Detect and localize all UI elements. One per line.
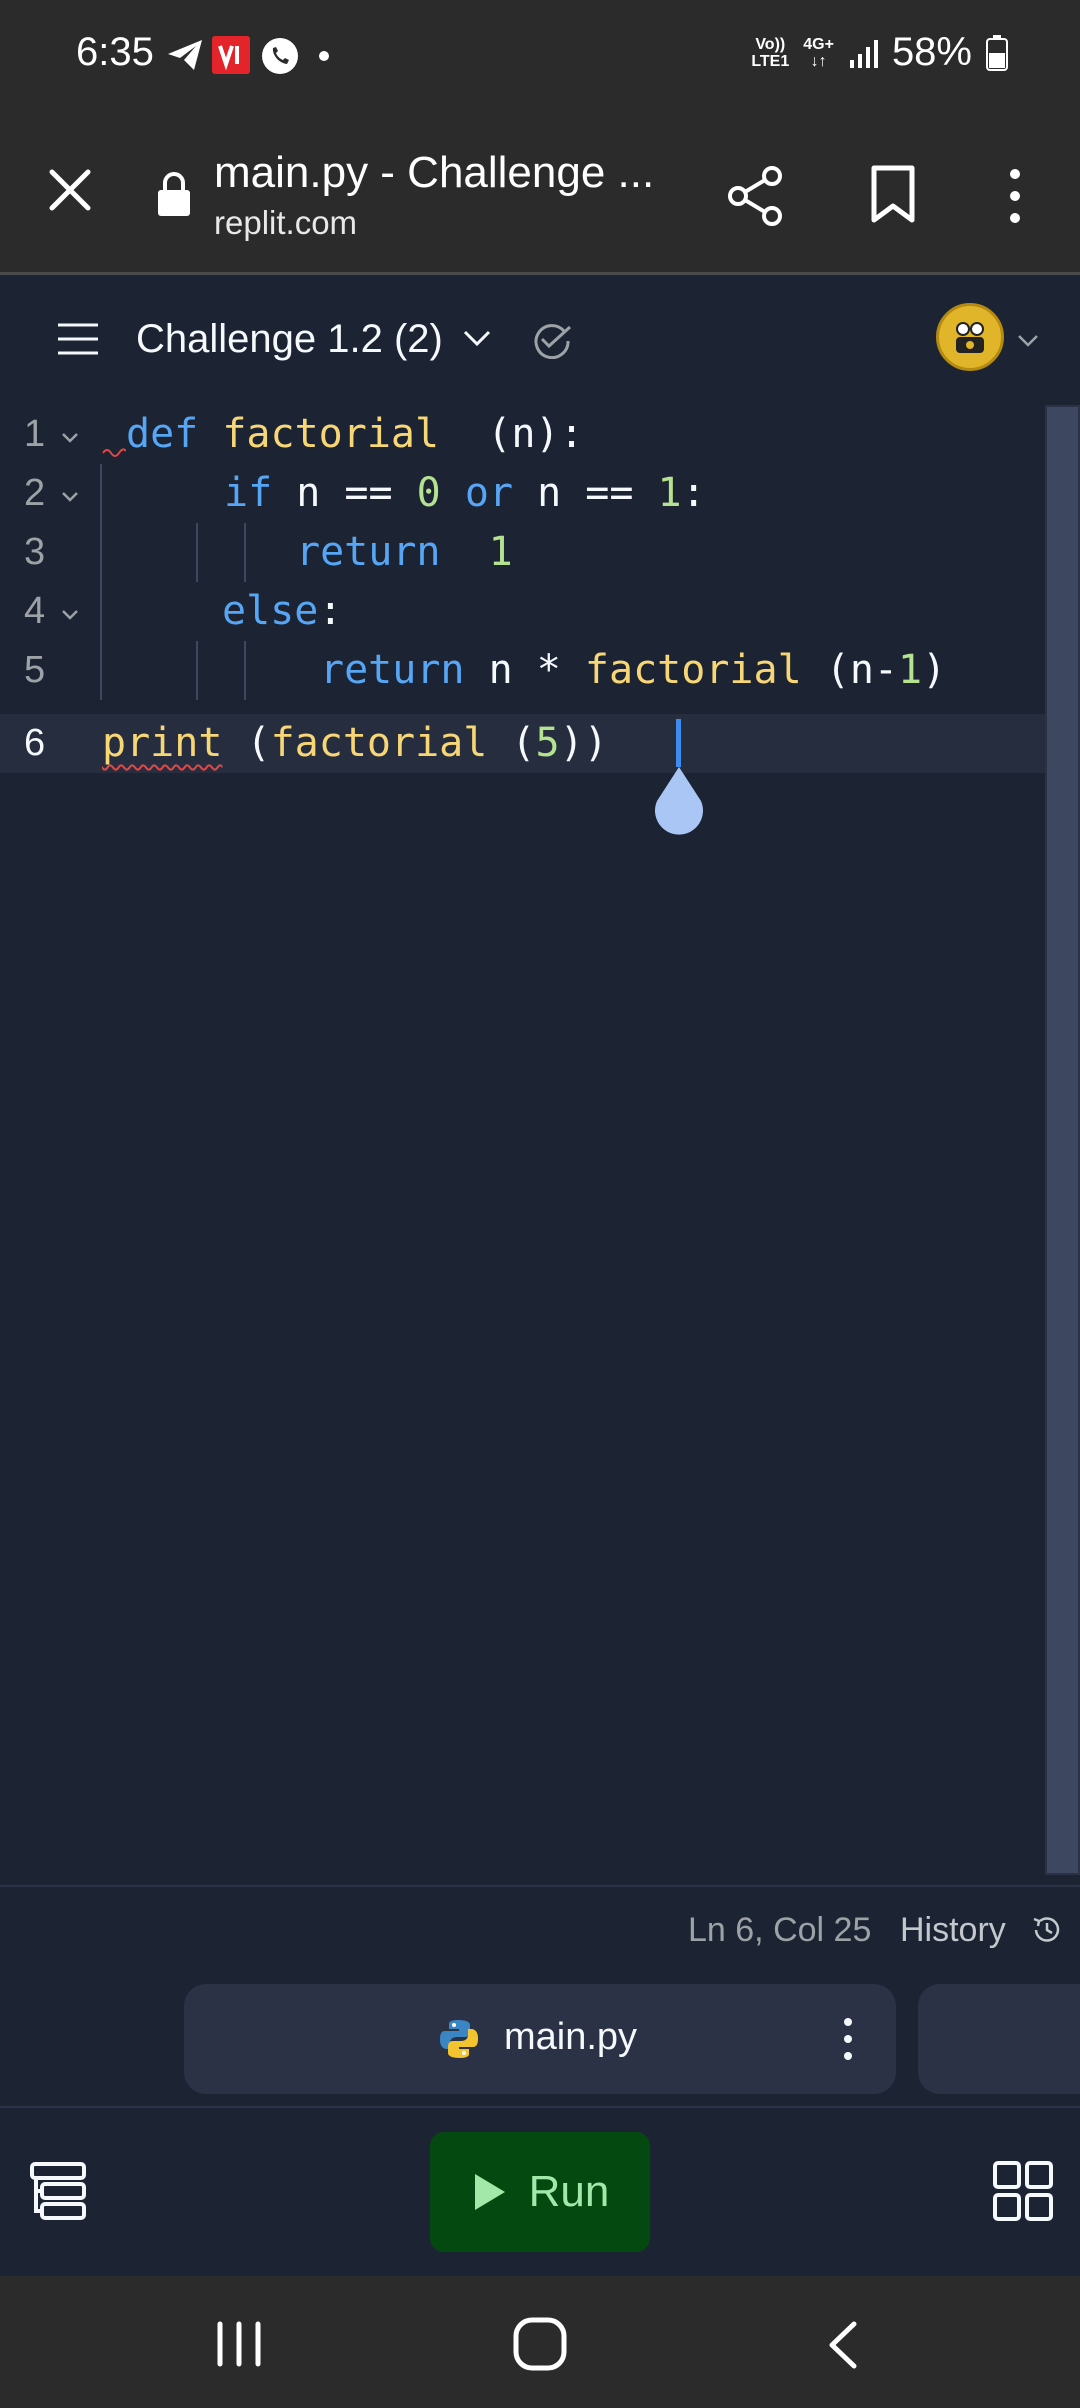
chevron-down-icon[interactable] xyxy=(460,323,494,353)
code-text: else: xyxy=(222,588,343,634)
battery-icon xyxy=(986,34,1008,71)
code-line[interactable]: 3 return 1 xyxy=(0,523,1045,582)
share-icon[interactable] xyxy=(728,166,784,226)
line-number: 5 xyxy=(24,649,46,691)
signal-icon xyxy=(849,39,878,68)
line-number: 3 xyxy=(24,531,46,573)
close-icon[interactable] xyxy=(44,164,96,216)
indent-guide xyxy=(244,641,246,700)
home-icon[interactable] xyxy=(512,2316,568,2372)
code-text: return n * factorial (n-1) xyxy=(320,647,947,693)
run-button[interactable]: Run xyxy=(430,2132,650,2252)
repl-header: Challenge 1.2 (2) xyxy=(0,275,1080,407)
indent-guide xyxy=(100,464,102,523)
cursor-position: Ln 6, Col 25 xyxy=(688,1911,872,1949)
tab-main-py[interactable]: main.py xyxy=(184,1984,896,2094)
back-icon[interactable] xyxy=(824,2320,860,2370)
status-time: 6:35 xyxy=(76,30,154,74)
data-indicator: 4G+ ↓↑ xyxy=(803,35,834,70)
notification-dot-icon xyxy=(319,51,329,61)
text-cursor xyxy=(676,719,681,767)
code-line-active[interactable]: 6 print (factorial (5)) xyxy=(0,714,1045,773)
code-text: def factorial (n): xyxy=(126,411,584,457)
vi-app-icon xyxy=(212,36,250,74)
code-line[interactable]: 2 if n == 0 or n == 1: xyxy=(0,464,1045,523)
line-number: 2 xyxy=(24,472,46,514)
scrollbar-thumb[interactable] xyxy=(1047,407,1078,1873)
browser-toolbar: main.py - Challenge ... replit.com xyxy=(0,112,1080,272)
line-number: 4 xyxy=(24,590,46,632)
tab-more-icon[interactable] xyxy=(842,2016,854,2062)
tab-label: main.py xyxy=(504,2016,638,2058)
code-text: print (factorial (5)) xyxy=(102,720,608,766)
fold-chevron-icon[interactable] xyxy=(60,490,80,504)
more-vert-icon[interactable] xyxy=(1000,166,1030,226)
cursor-drag-handle-icon[interactable] xyxy=(651,765,707,835)
bottom-toolbar: Run xyxy=(0,2108,1080,2274)
file-tree-icon[interactable] xyxy=(28,2160,88,2220)
project-name[interactable]: Challenge 1.2 (2) xyxy=(136,317,443,362)
status-right: Vo)) LTE1 4G+ ↓↑ 58% xyxy=(751,30,1008,75)
line-number: 6 xyxy=(24,722,46,764)
fold-chevron-icon[interactable] xyxy=(60,608,80,622)
code-line[interactable]: 5 return n * factorial (n-1) xyxy=(0,641,1045,700)
indent-guide xyxy=(100,641,102,700)
file-tabs: main.py xyxy=(0,1972,1080,2106)
grid-apps-icon[interactable] xyxy=(992,2160,1054,2222)
history-icon[interactable] xyxy=(1030,1913,1064,1947)
indent-guide xyxy=(100,523,102,582)
tab-secondary[interactable] xyxy=(918,1984,1080,2094)
lock-icon xyxy=(158,172,190,216)
code-text: return 1 xyxy=(296,529,513,575)
indent-guide xyxy=(196,641,198,700)
avatar-chevron-icon[interactable] xyxy=(1016,331,1040,349)
code-line[interactable]: 4 else: xyxy=(0,582,1045,641)
system-nav-bar xyxy=(0,2276,1080,2408)
whatsapp-icon xyxy=(262,38,298,74)
python-icon xyxy=(440,2020,478,2058)
page-url[interactable]: replit.com xyxy=(214,204,357,242)
code-editor[interactable]: 1 def factorial (n): 2 if n == 0 or n ==… xyxy=(0,405,1045,1875)
status-bar: 6:35 Vo)) LTE1 4G+ ↓↑ 58% xyxy=(0,0,1080,112)
indent-guide xyxy=(196,523,198,582)
error-squiggle-icon xyxy=(102,448,126,457)
fold-chevron-icon[interactable] xyxy=(60,431,80,445)
indent-guide xyxy=(244,523,246,582)
avatar[interactable] xyxy=(936,303,1004,371)
code-text: if n == 0 or n == 1: xyxy=(224,470,706,516)
run-label: Run xyxy=(528,2167,610,2216)
avatar-robot-icon xyxy=(956,322,984,353)
volte-indicator: Vo)) LTE1 xyxy=(751,35,790,70)
line-number: 1 xyxy=(24,413,46,455)
indent-guide xyxy=(100,582,102,641)
saved-check-icon xyxy=(534,324,572,359)
telegram-icon xyxy=(168,40,202,70)
code-line[interactable]: 1 def factorial (n): xyxy=(0,405,1045,464)
history-button[interactable]: History xyxy=(900,1911,1006,1950)
recent-apps-icon[interactable] xyxy=(214,2320,264,2368)
hamburger-menu-icon[interactable] xyxy=(56,321,100,357)
play-icon xyxy=(474,2174,505,2210)
page-title[interactable]: main.py - Challenge ... xyxy=(214,148,654,198)
editor-scrollbar[interactable] xyxy=(1045,405,1080,1875)
editor-statusline: Ln 6, Col 25 History xyxy=(0,1885,1080,1975)
bookmark-icon[interactable] xyxy=(870,164,916,224)
battery-percent: 58% xyxy=(891,30,972,74)
